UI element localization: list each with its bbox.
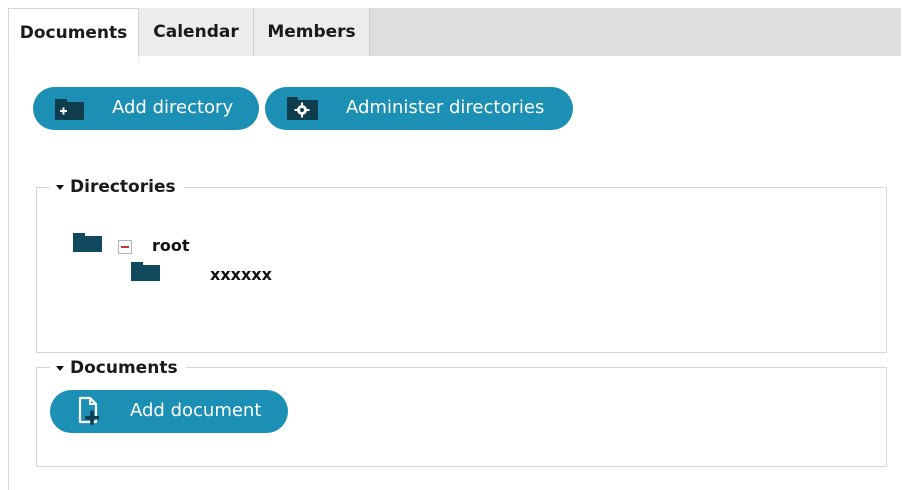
- documents-legend: Documents: [70, 358, 178, 378]
- caret-down-icon: [56, 365, 64, 371]
- tab-members[interactable]: Members: [254, 8, 370, 56]
- root-folder-icon: [73, 233, 102, 252]
- folder-add-icon: [55, 99, 84, 120]
- add-document-label: Add document: [130, 400, 262, 421]
- tab-calendar[interactable]: Calendar: [139, 8, 254, 56]
- tab-members-label: Members: [267, 22, 356, 42]
- add-document-button[interactable]: Add document: [50, 390, 288, 433]
- directories-toggle[interactable]: Directories: [50, 176, 184, 198]
- directories-legend: Directories: [70, 177, 176, 197]
- page: Documents Calendar Members Add directory…: [0, 0, 902, 490]
- document-add-icon: [78, 396, 99, 425]
- add-directory-label: Add directory: [112, 97, 234, 118]
- administer-directories-button[interactable]: Administer directories: [265, 87, 573, 130]
- administer-directories-label: Administer directories: [346, 97, 545, 118]
- folder-gear-icon: [287, 97, 318, 120]
- tab-documents[interactable]: Documents: [8, 8, 139, 57]
- documents-toggle[interactable]: Documents: [50, 357, 186, 379]
- tab-calendar-label: Calendar: [153, 22, 239, 42]
- tab-documents-label: Documents: [19, 23, 128, 43]
- directories-panel: [36, 187, 887, 353]
- child-folder-icon: [131, 262, 160, 281]
- caret-down-icon: [56, 184, 64, 190]
- tree-child-label[interactable]: xxxxxx: [210, 265, 272, 284]
- add-directory-button[interactable]: Add directory: [33, 87, 259, 130]
- content-border: [8, 56, 9, 490]
- collapse-toggle[interactable]: [118, 240, 132, 254]
- tree-root-label[interactable]: root: [152, 236, 190, 255]
